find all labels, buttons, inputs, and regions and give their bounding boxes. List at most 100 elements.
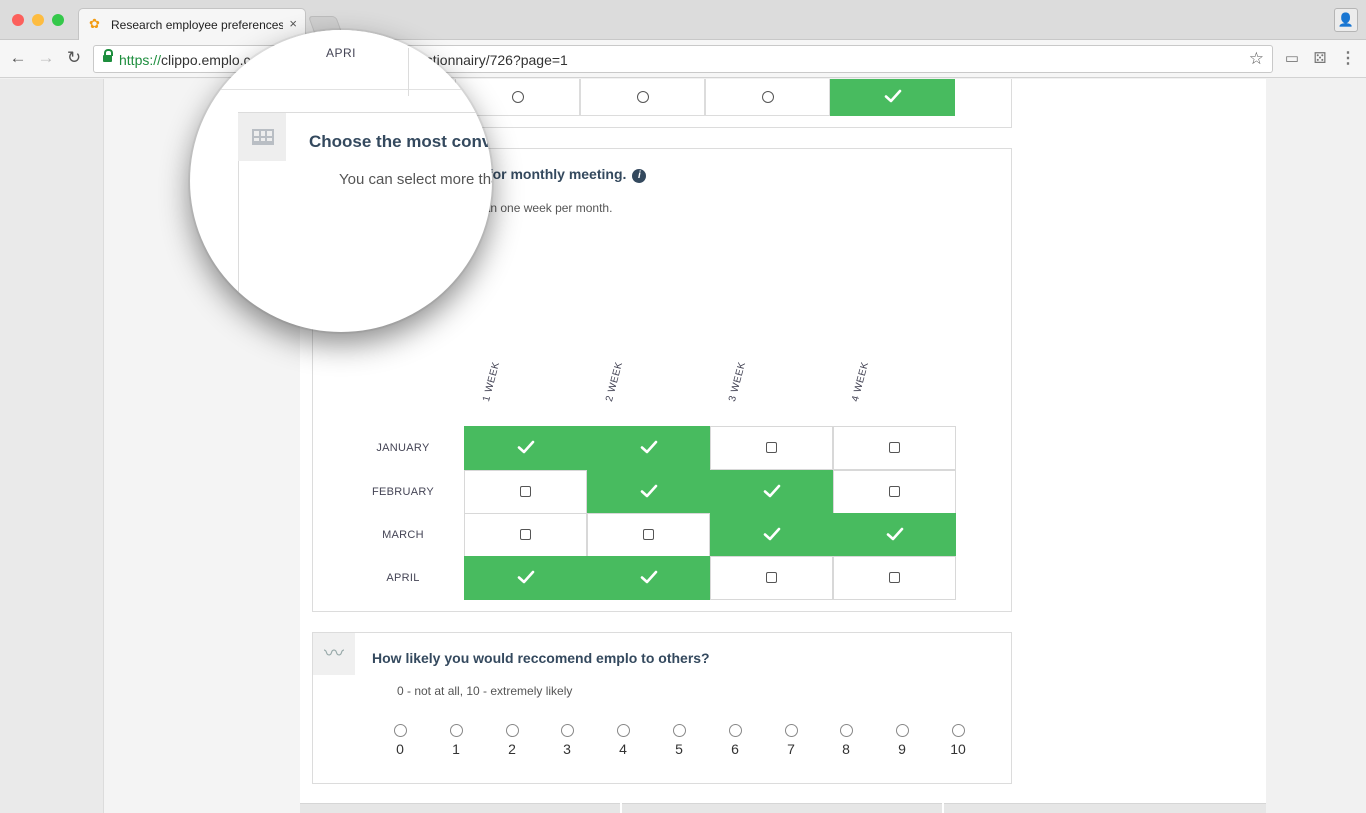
checkbox[interactable] bbox=[888, 486, 900, 497]
grid-cell[interactable] bbox=[833, 426, 956, 470]
close-window-button[interactable] bbox=[12, 14, 24, 26]
magnified-tab-label: APRI bbox=[326, 46, 357, 60]
bookmark-star-icon[interactable]: ☆ bbox=[1249, 49, 1264, 69]
checkmark-icon bbox=[517, 570, 534, 584]
rating-cell-4[interactable] bbox=[830, 79, 955, 116]
radio-button[interactable] bbox=[839, 724, 853, 737]
radio-button[interactable] bbox=[560, 724, 574, 737]
radio-button[interactable] bbox=[784, 724, 798, 737]
nps-value: 4 bbox=[619, 741, 627, 757]
row-label: APRIL bbox=[386, 572, 420, 584]
radio-button[interactable] bbox=[505, 724, 519, 737]
radio-button[interactable] bbox=[895, 724, 909, 737]
back-arrow-icon[interactable]: ← bbox=[8, 48, 28, 68]
nps-option[interactable]: 2 bbox=[497, 724, 527, 757]
magnified-question-subtitle: You can select more tha bbox=[339, 171, 492, 188]
grid-cell[interactable] bbox=[710, 426, 833, 470]
checkmark-icon bbox=[884, 89, 901, 103]
radio-button[interactable] bbox=[728, 724, 742, 737]
checkmark-icon bbox=[640, 440, 657, 454]
checkmark-icon bbox=[763, 484, 780, 498]
checkmark-icon bbox=[640, 484, 657, 498]
rating-cell-3[interactable] bbox=[705, 79, 830, 116]
grid-cell[interactable] bbox=[587, 426, 710, 470]
nps-value: 9 bbox=[898, 741, 906, 757]
nps-value: 3 bbox=[563, 741, 571, 757]
nps-option[interactable]: 6 bbox=[720, 724, 750, 757]
checkbox[interactable] bbox=[888, 572, 900, 583]
footer-tab bbox=[944, 803, 1266, 813]
nps-option[interactable]: 9 bbox=[887, 724, 917, 757]
radio-button[interactable] bbox=[951, 724, 965, 737]
info-icon[interactable]: i bbox=[632, 169, 647, 183]
nps-option[interactable]: 3 bbox=[552, 724, 582, 757]
grid-cell[interactable] bbox=[587, 513, 710, 557]
tab-close-icon[interactable]: × bbox=[289, 16, 297, 31]
row-label: JANUARY bbox=[376, 442, 430, 454]
magnified-divider bbox=[408, 48, 409, 96]
nps-value: 8 bbox=[842, 741, 850, 757]
nps-option[interactable]: 0 bbox=[385, 724, 415, 757]
minimize-window-button[interactable] bbox=[32, 14, 44, 26]
nps-value: 0 bbox=[396, 741, 404, 757]
grid-cell[interactable] bbox=[464, 513, 587, 557]
grid-cell[interactable] bbox=[833, 513, 956, 557]
grid-cell[interactable] bbox=[587, 470, 710, 514]
checkbox[interactable] bbox=[765, 442, 777, 453]
checkmark-icon bbox=[886, 527, 903, 541]
emplo-favicon-icon: ✿ bbox=[89, 16, 100, 31]
grid-cell[interactable] bbox=[464, 426, 587, 470]
nps-option[interactable]: 5 bbox=[664, 724, 694, 757]
checkbox[interactable] bbox=[765, 572, 777, 583]
grid-cell[interactable] bbox=[587, 556, 710, 600]
question-title: How likely you would reccomend emplo to … bbox=[372, 650, 710, 666]
radio-button[interactable] bbox=[636, 91, 649, 103]
profile-icon[interactable]: 👤 bbox=[1334, 8, 1358, 32]
browser-menu-icon[interactable]: ⋮ bbox=[1337, 48, 1359, 70]
grid-cell[interactable] bbox=[710, 556, 833, 600]
nps-option[interactable]: 10 bbox=[943, 724, 973, 757]
grid-cell[interactable] bbox=[710, 470, 833, 514]
checkbox[interactable] bbox=[519, 529, 531, 540]
radio-button[interactable] bbox=[761, 91, 774, 103]
nps-value: 10 bbox=[950, 741, 966, 757]
magnifier-lens: APRI Choose the most conve You can selec… bbox=[190, 30, 492, 332]
nps-option[interactable]: 1 bbox=[441, 724, 471, 757]
nps-option[interactable]: 7 bbox=[776, 724, 806, 757]
grid-cell[interactable] bbox=[464, 556, 587, 600]
checkmark-icon bbox=[517, 440, 534, 454]
extension-icon[interactable]: ⚄ bbox=[1309, 48, 1331, 70]
magnified-tab-strip: APRI bbox=[190, 30, 492, 96]
page-right-margin bbox=[1266, 79, 1366, 813]
nps-value: 7 bbox=[787, 741, 795, 757]
radio-button[interactable] bbox=[449, 724, 463, 737]
cast-extension-icon[interactable]: ▭ bbox=[1281, 48, 1303, 70]
maximize-window-button[interactable] bbox=[52, 14, 64, 26]
checkbox[interactable] bbox=[888, 442, 900, 453]
radio-button[interactable] bbox=[511, 91, 524, 103]
question-subtitle: 0 - not at all, 10 - extremely likely bbox=[397, 684, 573, 698]
footer-tab bbox=[622, 803, 942, 813]
nps-option[interactable]: 8 bbox=[831, 724, 861, 757]
nps-value: 2 bbox=[508, 741, 516, 757]
nps-value: 5 bbox=[675, 741, 683, 757]
radio-button[interactable] bbox=[616, 724, 630, 737]
nps-option[interactable]: 4 bbox=[608, 724, 638, 757]
reload-icon[interactable]: ↻ bbox=[64, 48, 84, 68]
nps-question-card: 〰 How likely you would reccomend emplo t… bbox=[312, 632, 1012, 784]
grid-cell[interactable] bbox=[464, 470, 587, 514]
radio-button[interactable] bbox=[672, 724, 686, 737]
checkbox[interactable] bbox=[642, 529, 654, 540]
nps-value: 6 bbox=[731, 741, 739, 757]
row-label: MARCH bbox=[382, 529, 424, 541]
radio-button[interactable] bbox=[393, 724, 407, 737]
grid-cell[interactable] bbox=[833, 470, 956, 514]
rating-cell-2[interactable] bbox=[580, 79, 705, 116]
checkmark-icon bbox=[640, 570, 657, 584]
checkbox[interactable] bbox=[519, 486, 531, 497]
grid-cell[interactable] bbox=[833, 556, 956, 600]
forward-arrow-icon[interactable]: → bbox=[36, 48, 56, 68]
grid-cell[interactable] bbox=[710, 513, 833, 557]
footer-tab bbox=[300, 803, 620, 813]
page-left-margin bbox=[0, 79, 103, 813]
